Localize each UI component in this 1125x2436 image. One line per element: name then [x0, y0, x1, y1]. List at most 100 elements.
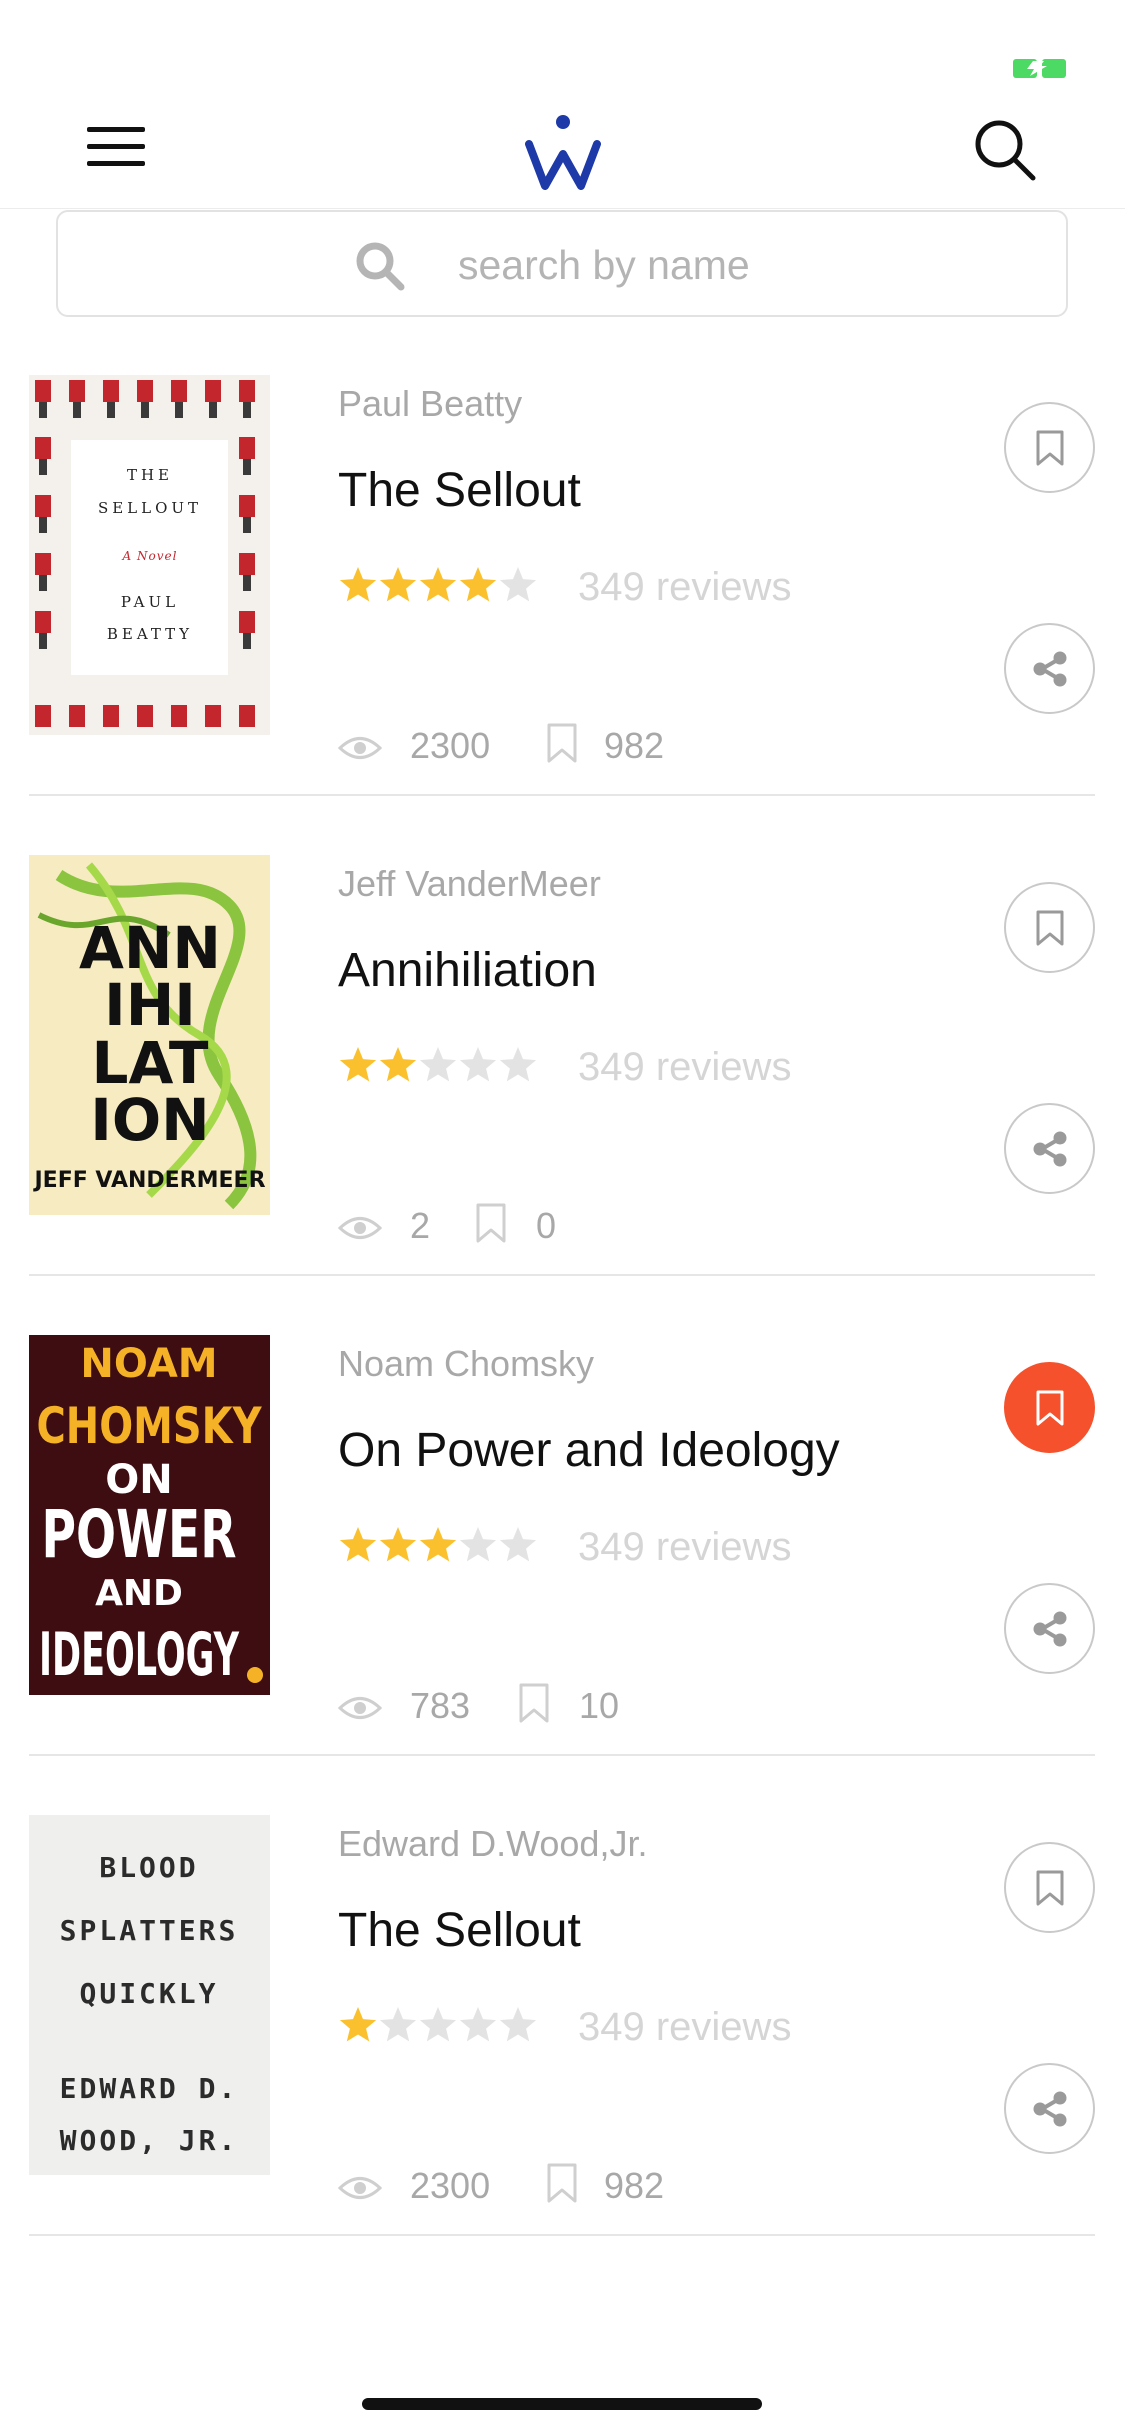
cover-text: BEATTY [107, 625, 193, 643]
eye-icon [338, 1697, 382, 1719]
bookmark-icon [547, 723, 577, 763]
book-author: Jeff VanderMeer [338, 863, 601, 904]
search-input[interactable] [458, 232, 1018, 298]
cover-text: PAUL [121, 593, 179, 611]
book-cover-image: BLOOD SPLATTERS QUICKLY EDWARD D. WOOD, … [29, 1815, 270, 2175]
cover-text: IDEOLOGY [39, 1620, 240, 1690]
cover-text: NOAM [80, 1341, 217, 1387]
book-list-item[interactable]: ANN IHI LAT ION JEFF VANDERMEER Jeff Van… [0, 855, 1125, 1335]
cover-text: A Novel [122, 549, 178, 563]
star-empty-icon [419, 1047, 457, 1082]
cover-text: WOOD, JR. [60, 2124, 239, 2157]
star-filled-icon [419, 567, 457, 602]
star-empty-icon [459, 1047, 497, 1082]
review-count[interactable]: 349 reviews [578, 2005, 791, 2050]
star-rating [339, 567, 537, 602]
view-count: 783 [410, 1685, 471, 1726]
cover-text: JEFF VANDERMEER [32, 1168, 265, 1193]
search-icon [356, 242, 405, 291]
app-header [0, 100, 1125, 209]
star-filled-icon [459, 567, 497, 602]
bookmark-icon [1036, 1870, 1063, 1905]
bookmark-icon [547, 2163, 577, 2203]
bookmark-count: 982 [604, 2165, 665, 2206]
status-bar [0, 0, 1125, 100]
star-filled-icon [339, 1047, 377, 1082]
star-filled-icon [339, 567, 377, 602]
star-empty-icon [499, 567, 537, 602]
view-count: 2300 [410, 2165, 491, 2206]
cover-text: ION [90, 1086, 209, 1154]
star-rating [339, 1527, 537, 1562]
star-empty-icon [499, 2007, 537, 2042]
cover-text: POWER [42, 1496, 237, 1573]
bookmark-icon [519, 1683, 549, 1723]
book-cover-image: THE SELLOUT A Novel PAUL BEATTY [29, 375, 270, 735]
bookmark-count: 10 [579, 1685, 620, 1726]
book-title[interactable]: Annihiliation [338, 943, 597, 998]
cover-text: BLOOD [99, 1851, 198, 1884]
view-count: 2 [410, 1205, 431, 1246]
book-author: Paul Beatty [338, 383, 523, 424]
star-rating [339, 2007, 537, 2042]
bookmark-button[interactable] [1004, 402, 1095, 493]
cover-text: SELLOUT [98, 499, 202, 517]
bookmark-button-active[interactable] [1004, 1362, 1095, 1453]
review-count[interactable]: 349 reviews [578, 1525, 791, 1570]
star-filled-icon [379, 567, 417, 602]
book-list-item[interactable]: NOAM CHOMSKY ON POWER AND IDEOLOGY Noam … [0, 1335, 1125, 1815]
share-icon [1033, 2091, 1066, 2126]
star-filled-icon [419, 1527, 457, 1562]
star-empty-icon [499, 1047, 537, 1082]
star-filled-icon [339, 1527, 377, 1562]
book-list-item[interactable]: BLOOD SPLATTERS QUICKLY EDWARD D. WOOD, … [0, 1815, 1125, 2295]
star-empty-icon [419, 2007, 457, 2042]
cover-text: SPLATTERS [60, 1914, 239, 1947]
cover-text: EDWARD D. [60, 2072, 239, 2105]
star-rating [339, 1047, 537, 1082]
logo-w-icon [525, 115, 601, 190]
divider [29, 1274, 1095, 1276]
star-empty-icon [499, 1527, 537, 1562]
book-title[interactable]: The Sellout [338, 1903, 581, 1958]
bookmark-icon [476, 1203, 506, 1243]
star-empty-icon [459, 1527, 497, 1562]
menu-icon[interactable] [87, 127, 145, 167]
cover-text: QUICKLY [79, 1977, 218, 2010]
cover-text: THE [127, 466, 173, 484]
share-button[interactable] [1004, 1103, 1095, 1194]
book-author: Edward D.Wood,Jr. [338, 1823, 648, 1864]
share-button[interactable] [1004, 623, 1095, 714]
book-list-item[interactable]: THE SELLOUT A Novel PAUL BEATTY Paul Bea… [0, 375, 1125, 855]
bookmark-button[interactable] [1004, 1842, 1095, 1933]
share-button[interactable] [1004, 1583, 1095, 1674]
book-title[interactable]: On Power and Ideology [338, 1423, 840, 1478]
bookmark-icon [1036, 910, 1063, 945]
share-icon [1033, 1611, 1066, 1646]
divider [29, 794, 1095, 796]
battery-charging-icon [1013, 59, 1066, 78]
book-cover-image: NOAM CHOMSKY ON POWER AND IDEOLOGY [29, 1335, 270, 1695]
home-indicator[interactable] [362, 2398, 762, 2410]
eye-icon [338, 737, 382, 759]
review-count[interactable]: 349 reviews [578, 565, 791, 610]
bookmark-button[interactable] [1004, 882, 1095, 973]
search-bar[interactable] [56, 210, 1068, 317]
star-empty-icon [379, 2007, 417, 2042]
divider [29, 1754, 1095, 1756]
book-author: Noam Chomsky [338, 1343, 595, 1384]
share-icon [1033, 651, 1066, 686]
book-title[interactable]: The Sellout [338, 463, 581, 518]
view-count: 2300 [410, 725, 491, 766]
star-filled-icon [379, 1047, 417, 1082]
star-filled-icon [379, 1527, 417, 1562]
bookmark-icon [1036, 430, 1063, 465]
star-empty-icon [459, 2007, 497, 2042]
search-icon[interactable] [973, 118, 1037, 182]
bookmark-icon [1036, 1390, 1063, 1425]
cover-text: CHOMSKY [37, 1397, 263, 1455]
review-count[interactable]: 349 reviews [578, 1045, 791, 1090]
share-icon [1033, 1131, 1066, 1166]
share-button[interactable] [1004, 2063, 1095, 2154]
bookmark-count: 0 [536, 1205, 557, 1246]
